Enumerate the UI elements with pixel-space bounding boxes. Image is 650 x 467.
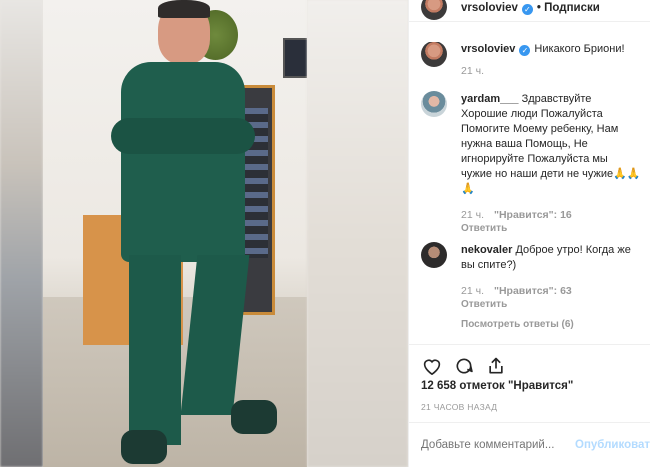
person-hair xyxy=(158,0,210,18)
photo-blur-left xyxy=(0,0,43,467)
reply-button[interactable]: Ответить xyxy=(461,222,641,235)
comment-icon[interactable] xyxy=(453,355,475,377)
post-photo xyxy=(0,0,408,467)
person-leg-left xyxy=(129,255,181,445)
caption: vrsoloviev ✓ Никакого Бриони! 21 ч. xyxy=(421,42,650,78)
comments-list[interactable]: vrsoloviev ✓ Никакого Бриони! 21 ч. yardam… xyxy=(409,42,650,342)
post-header: vrsoloviev ✓ • Подписки xyxy=(409,0,650,22)
caption-time: 21 ч. xyxy=(461,65,484,77)
caption-text: Никакого Бриони! xyxy=(534,43,625,55)
post-sidebar: vrsoloviev ✓ • Подписки vrsoloviev ✓ Никаког… xyxy=(408,0,650,467)
comment-text: Здравствуйте Хорошие люди Пожалуйста Пом… xyxy=(461,93,641,195)
monitor xyxy=(283,38,307,78)
person-shoe-left xyxy=(121,430,167,464)
comment-time: 21 ч. xyxy=(461,209,484,221)
comment-avatar[interactable] xyxy=(421,242,447,268)
author-avatar[interactable] xyxy=(421,0,447,20)
reply-button[interactable]: Ответить xyxy=(461,298,641,311)
header-text: vrsoloviev ✓ • Подписки xyxy=(461,0,600,16)
comment-item: nekovaler Доброе утро! Когда же вы спите… xyxy=(421,242,650,332)
caption-avatar[interactable] xyxy=(421,42,447,67)
comment-author[interactable]: nekovaler xyxy=(461,244,512,256)
verified-icon: ✓ xyxy=(521,3,533,15)
person-torso xyxy=(121,62,245,262)
action-bar xyxy=(409,344,650,377)
publish-button[interactable]: Опубликовать xyxy=(575,439,650,451)
share-icon[interactable] xyxy=(485,355,507,377)
photo-main xyxy=(43,0,307,467)
comment-item: yardam___ Здравствуйте Хорошие люди Пожа… xyxy=(421,91,650,235)
view-replies-button[interactable]: Посмотреть ответы (6) xyxy=(461,317,641,332)
person-shoe-right xyxy=(231,400,277,434)
photo-blur-right xyxy=(307,0,408,467)
comment-author[interactable]: yardam___ xyxy=(461,93,519,105)
comment-likes[interactable]: "Нравится": 16 xyxy=(494,209,572,221)
post-date: 21 ЧАСОВ НАЗАД xyxy=(421,402,498,412)
caption-author[interactable]: vrsoloviev xyxy=(461,43,515,55)
comment-likes[interactable]: "Нравится": 63 xyxy=(494,285,572,297)
comment-time: 21 ч. xyxy=(461,285,484,297)
likes-count[interactable]: 12 658 отметок "Нравится" xyxy=(421,380,573,392)
heart-icon[interactable] xyxy=(421,355,443,377)
person xyxy=(103,0,277,467)
follow-button[interactable]: • Подписки xyxy=(537,2,600,14)
comment-input[interactable] xyxy=(421,439,575,451)
verified-icon: ✓ xyxy=(519,45,531,56)
person-arms xyxy=(111,118,255,154)
author-username[interactable]: vrsoloviev xyxy=(461,2,518,14)
person-leg-right xyxy=(180,255,250,415)
comment-avatar[interactable] xyxy=(421,91,447,117)
add-comment-bar: Опубликовать xyxy=(409,422,650,467)
